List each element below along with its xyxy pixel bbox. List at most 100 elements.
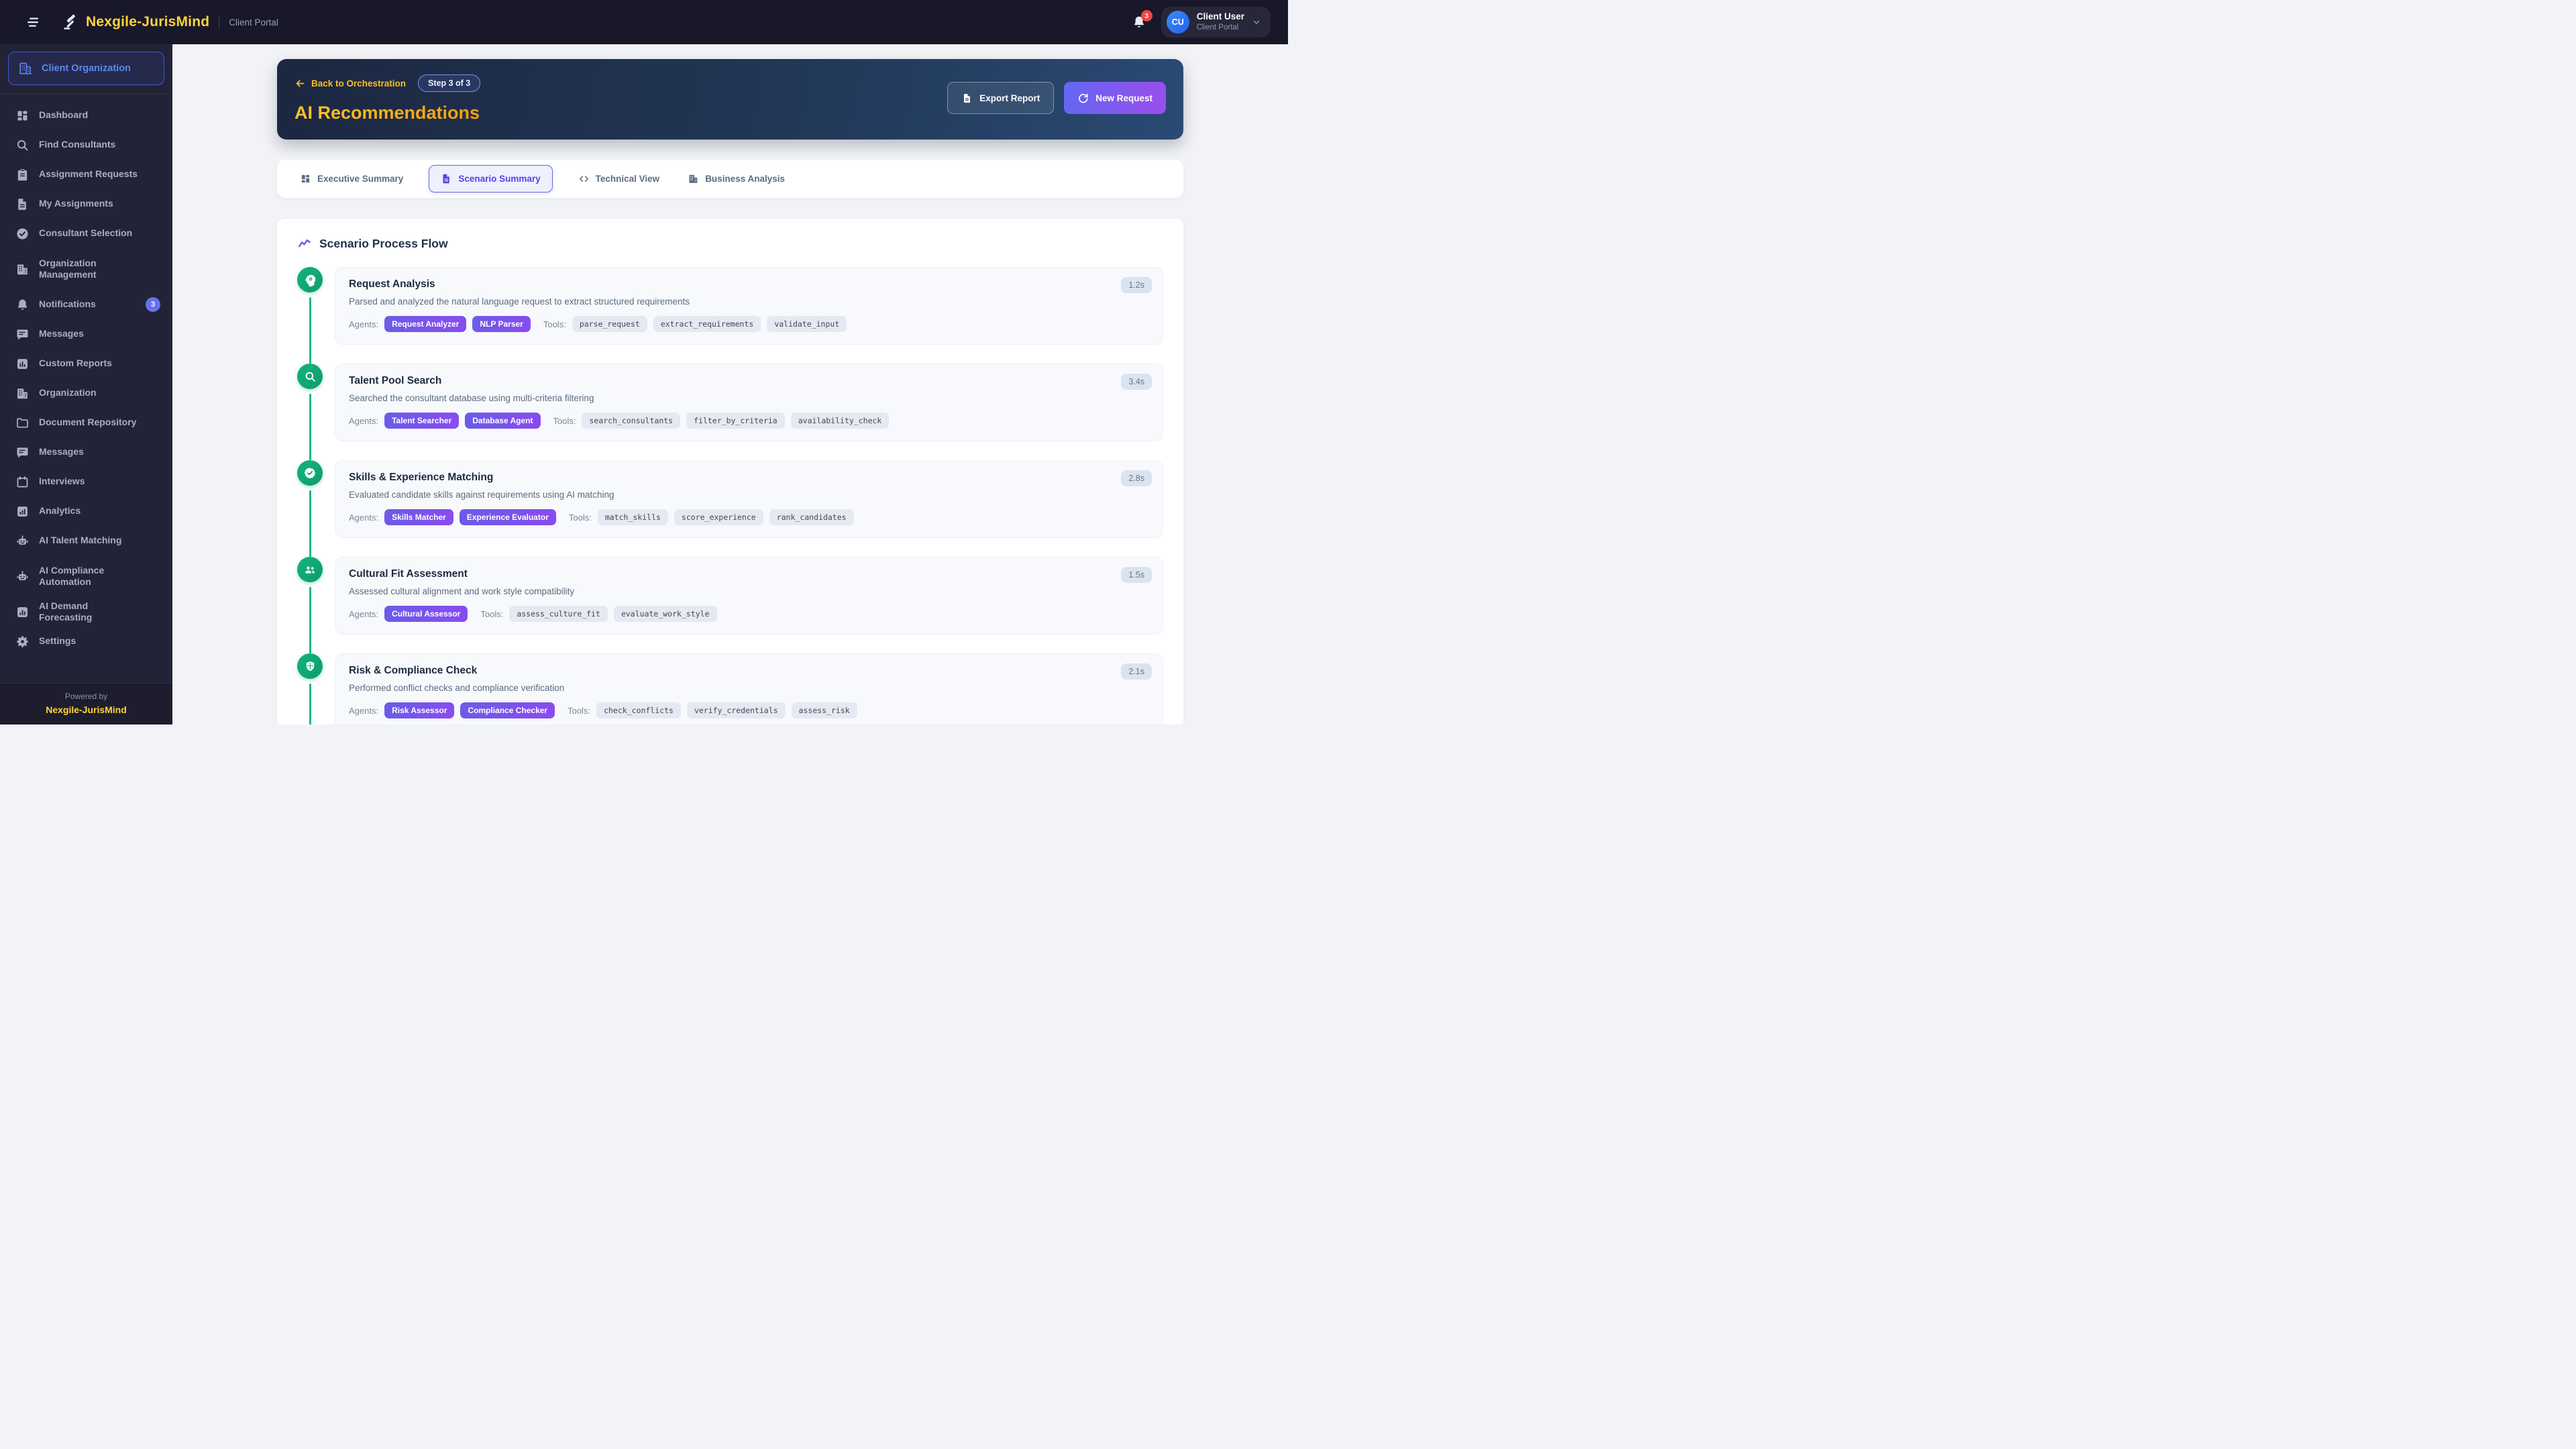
gear-icon <box>15 635 30 649</box>
sidebar-item-dashboard[interactable]: Dashboard <box>0 101 172 130</box>
step-connector-line <box>309 297 311 364</box>
sidebar-item-custom-reports[interactable]: Custom Reports <box>0 349 172 378</box>
sidebar-item-organization-management[interactable]: Organization Management <box>0 248 172 290</box>
step-description: Evaluated candidate skills against requi… <box>349 490 1149 500</box>
building-icon <box>18 61 33 76</box>
sidebar-item-document-repository[interactable]: Document Repository <box>0 408 172 437</box>
sidebar-item-organization[interactable]: Organization <box>0 378 172 408</box>
agent-pill: Compliance Checker <box>460 702 555 718</box>
sidebar-divider <box>0 93 172 94</box>
tool-pill: evaluate_work_style <box>614 606 717 622</box>
step-card: Risk & Compliance Check 2.1s Performed c… <box>335 653 1163 724</box>
step-description: Assessed cultural alignment and work sty… <box>349 586 1149 596</box>
tool-pill: rank_candidates <box>769 509 854 525</box>
refresh-icon <box>1077 93 1089 104</box>
tool-pill: availability_check <box>791 413 890 429</box>
notifications-button[interactable]: 3 <box>1132 15 1146 30</box>
step-card: Skills & Experience Matching 2.8s Evalua… <box>335 460 1163 538</box>
step-card: Cultural Fit Assessment 1.5s Assessed cu… <box>335 557 1163 635</box>
sidebar-item-find-consultants[interactable]: Find Consultants <box>0 130 172 160</box>
step-card: Request Analysis 1.2s Parsed and analyze… <box>335 267 1163 345</box>
message-icon <box>15 445 30 460</box>
tab-scenario-summary[interactable]: Scenario Summary <box>429 165 552 193</box>
notifications-count-badge: 3 <box>146 297 160 312</box>
building-icon <box>15 262 30 276</box>
robot-icon <box>15 534 30 548</box>
sidebar-item-messages-2[interactable]: Messages <box>0 437 172 467</box>
users-icon <box>303 563 317 576</box>
tab-technical-view[interactable]: Technical View <box>576 166 663 192</box>
document-icon <box>961 93 973 104</box>
step-duration-badge: 3.4s <box>1121 374 1152 390</box>
main-content: Back to Orchestration Step 3 of 3 AI Rec… <box>172 44 1288 724</box>
sidebar-item-assignment-requests[interactable]: Assignment Requests <box>0 160 172 189</box>
sidebar-item-my-assignments[interactable]: My Assignments <box>0 189 172 219</box>
user-role: Client Portal <box>1197 23 1244 32</box>
sidebar-item-analytics[interactable]: Analytics <box>0 496 172 526</box>
sidebar-item-ai-talent-matching[interactable]: AI Talent Matching <box>0 526 172 555</box>
step-description: Performed conflict checks and compliance… <box>349 683 1149 693</box>
tool-pill: assess_culture_fit <box>509 606 608 622</box>
tool-pill: filter_by_criteria <box>686 413 785 429</box>
brand-name: Nexgile-JurisMind <box>86 14 209 30</box>
section-title: Scenario Process Flow <box>319 237 448 251</box>
tools-label: Tools: <box>569 513 592 523</box>
view-tabs: Executive Summary Scenario Summary Te <box>277 160 1183 198</box>
sidebar-item-interviews[interactable]: Interviews <box>0 467 172 496</box>
tool-pill: assess_risk <box>792 702 857 718</box>
new-request-button[interactable]: New Request <box>1064 82 1166 114</box>
brand[interactable]: Nexgile-JurisMind <box>62 13 209 31</box>
agents-label: Agents: <box>349 319 378 329</box>
building-icon <box>15 386 30 400</box>
avatar: CU <box>1167 11 1189 34</box>
back-to-orchestration-link[interactable]: Back to Orchestration <box>294 78 406 89</box>
tab-executive-summary[interactable]: Executive Summary <box>297 166 406 192</box>
tool-pill: validate_input <box>767 316 847 332</box>
export-report-button[interactable]: Export Report <box>947 82 1054 114</box>
step-duration-badge: 1.5s <box>1121 567 1152 583</box>
process-step: Cultural Fit Assessment 1.5s Assessed cu… <box>297 557 1163 653</box>
sidebar-item-ai-compliance-automation[interactable]: AI Compliance Automation <box>0 555 172 597</box>
file-icon <box>15 197 30 211</box>
gavel-logo-icon <box>62 13 79 31</box>
tools-label: Tools: <box>553 416 576 426</box>
sidebar-item-notifications[interactable]: Notifications 3 <box>0 290 172 319</box>
step-status-circle <box>297 364 323 389</box>
bar-chart-icon <box>15 605 30 619</box>
code-icon <box>578 173 590 184</box>
agent-pill: Risk Assessor <box>384 702 454 718</box>
sidebar-item-client-organization[interactable]: Client Organization <box>8 52 164 85</box>
agents-label: Agents: <box>349 706 378 716</box>
sidebar-item-settings[interactable]: Settings <box>0 627 172 656</box>
agent-pill: Experience Evaluator <box>460 509 556 525</box>
step-status-circle <box>297 460 323 486</box>
calendar-icon <box>15 475 30 489</box>
tab-business-analysis[interactable]: Business Analysis <box>685 166 788 192</box>
sidebar-item-ai-demand-forecasting[interactable]: AI Demand Forecasting <box>0 597 172 627</box>
tool-pill: score_experience <box>674 509 763 525</box>
user-menu[interactable]: CU Client User Client Portal <box>1161 7 1271 38</box>
tool-pill: extract_requirements <box>653 316 761 332</box>
step-title: Skills & Experience Matching <box>349 472 1149 484</box>
check-circle-icon <box>15 227 30 241</box>
agent-pill: Database Agent <box>465 413 540 429</box>
arrow-left-icon <box>294 78 306 89</box>
sidebar-item-consultant-selection[interactable]: Consultant Selection <box>0 219 172 248</box>
search-icon <box>15 138 30 152</box>
shield-icon <box>304 660 317 673</box>
chevron-down-icon <box>1252 17 1261 27</box>
step-connector-line <box>309 684 311 724</box>
sidebar-item-messages[interactable]: Messages <box>0 319 172 349</box>
building-icon <box>688 173 699 184</box>
agent-pill: NLP Parser <box>472 316 530 332</box>
step-duration-badge: 2.1s <box>1121 663 1152 680</box>
sidebar-nav: Dashboard Find Consultants Assignment Re… <box>0 98 172 683</box>
page-title: AI Recommendations <box>294 103 480 123</box>
message-icon <box>15 327 30 341</box>
process-step: Risk & Compliance Check 2.1s Performed c… <box>297 653 1163 724</box>
bell-icon <box>15 298 30 312</box>
menu-toggle-button[interactable] <box>23 12 43 32</box>
step-badge: Step 3 of 3 <box>418 74 480 92</box>
step-status-circle <box>297 267 323 292</box>
step-connector-line <box>309 490 311 557</box>
